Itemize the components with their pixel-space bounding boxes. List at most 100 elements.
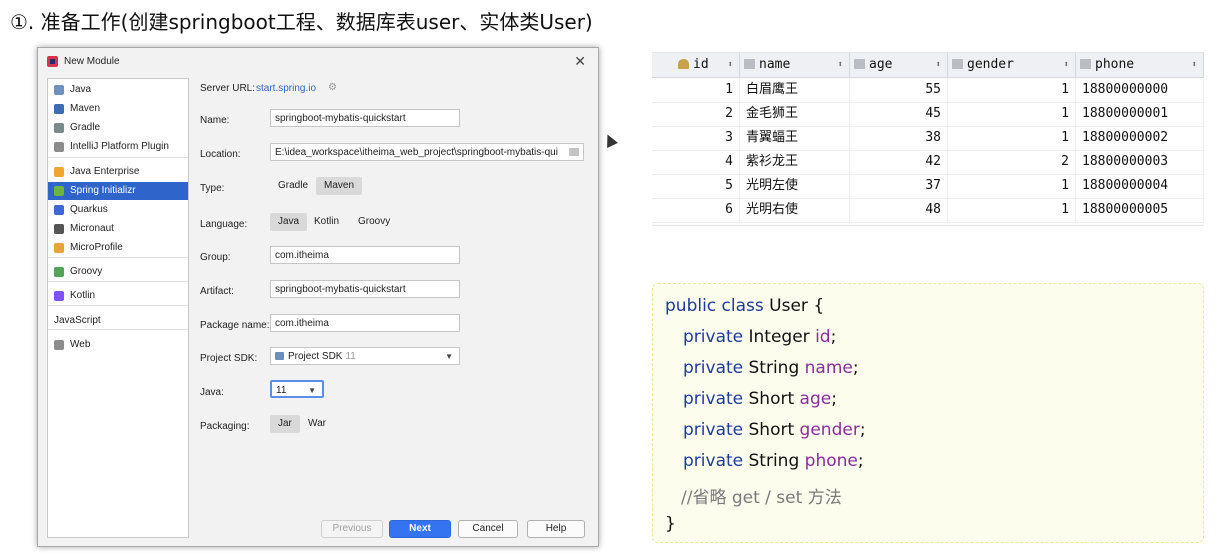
- cell-name[interactable]: 金毛狮王: [740, 102, 850, 126]
- column-header-id[interactable]: id ⬍: [652, 53, 740, 77]
- cell-id[interactable]: 1: [652, 78, 740, 102]
- generator-item-web[interactable]: Web: [48, 336, 188, 354]
- table-row[interactable]: 6 光明右使 48 1 18800000005: [652, 198, 1204, 223]
- cell-name[interactable]: 青翼蝠王: [740, 126, 850, 150]
- table-row[interactable]: 4 紫衫龙王 42 2 18800000003: [652, 150, 1204, 175]
- generator-item-quarkus[interactable]: Quarkus: [48, 201, 188, 219]
- cell-phone[interactable]: 18800000001: [1076, 102, 1204, 126]
- cell-id[interactable]: 6: [652, 198, 740, 222]
- column-title: age: [869, 57, 893, 72]
- table-row[interactable]: 5 光明左使 37 1 18800000004: [652, 174, 1204, 199]
- next-button[interactable]: Next: [389, 520, 451, 538]
- column-header-phone[interactable]: phone ⬍: [1076, 53, 1204, 77]
- code-field-name: phone: [804, 451, 858, 471]
- generator-item-microprofile[interactable]: MicroProfile: [48, 239, 188, 257]
- generator-item-groovy[interactable]: Groovy: [48, 263, 188, 281]
- cancel-button[interactable]: Cancel: [458, 520, 518, 538]
- code-semicolon: ;: [859, 420, 866, 440]
- sort-icon[interactable]: ⬍: [1064, 53, 1069, 77]
- generator-label: Gradle: [70, 122, 101, 133]
- generator-item-gradle[interactable]: Gradle: [48, 119, 188, 137]
- cell-gender[interactable]: 1: [948, 198, 1076, 222]
- generator-item-javascript[interactable]: JavaScript: [48, 312, 188, 330]
- generator-item-java-enterprise[interactable]: Java Enterprise: [48, 163, 188, 181]
- close-icon[interactable]: ✕: [574, 53, 586, 70]
- code-line-class: public class User {: [665, 296, 824, 316]
- generator-item-kotlin[interactable]: Kotlin: [48, 287, 188, 305]
- cell-id[interactable]: 2: [652, 102, 740, 126]
- code-field-name: id: [815, 327, 831, 347]
- generator-label: Spring Initializr: [70, 185, 136, 196]
- sort-icon[interactable]: ⬍: [838, 53, 843, 77]
- code-field-line: private String name;: [683, 358, 859, 378]
- generator-item-micronaut[interactable]: Micronaut: [48, 220, 188, 238]
- generator-item-spring-initializr[interactable]: Spring Initializr: [48, 182, 188, 200]
- type-maven[interactable]: Maven: [316, 177, 363, 195]
- type-gradle[interactable]: Gradle: [270, 177, 316, 195]
- cell-name[interactable]: 白眉鹰王: [740, 78, 850, 102]
- sort-icon[interactable]: ⬍: [936, 53, 941, 77]
- java-version-select[interactable]: 11 ▼: [270, 380, 324, 398]
- packaging-jar[interactable]: Jar: [270, 415, 300, 433]
- folder-icon[interactable]: [569, 148, 579, 156]
- code-field-line: private Short age;: [683, 389, 837, 409]
- column-header-age[interactable]: age ⬍: [850, 53, 948, 77]
- column-header-gender[interactable]: gender ⬍: [948, 53, 1076, 77]
- cell-name[interactable]: 光明左使: [740, 174, 850, 198]
- gear-icon[interactable]: ⚙: [328, 82, 337, 93]
- cell-id[interactable]: 4: [652, 150, 740, 174]
- cell-age[interactable]: 55: [850, 78, 948, 102]
- cell-phone[interactable]: 18800000000: [1076, 78, 1204, 102]
- cell-gender[interactable]: 2: [948, 150, 1076, 174]
- group-field[interactable]: com.itheima: [270, 246, 460, 264]
- location-field[interactable]: E:\idea_workspace\itheima_web_project\sp…: [270, 143, 584, 161]
- generator-label: Web: [70, 339, 91, 350]
- name-field[interactable]: springboot-mybatis-quickstart: [270, 109, 460, 127]
- cell-age[interactable]: 45: [850, 102, 948, 126]
- package-name-field[interactable]: com.itheima: [270, 314, 460, 332]
- cell-gender[interactable]: 1: [948, 102, 1076, 126]
- language-groovy[interactable]: Groovy: [350, 213, 398, 231]
- project-sdk-select[interactable]: Project SDK 11 ▼: [270, 347, 460, 365]
- cell-age[interactable]: 42: [850, 150, 948, 174]
- table-row[interactable]: 3 青翼蝠王 38 1 18800000002: [652, 126, 1204, 151]
- previous-button[interactable]: Previous: [321, 520, 383, 538]
- packaging-war[interactable]: War: [300, 415, 334, 433]
- table-header: id ⬍ name ⬍ age ⬍ gender ⬍ phone ⬍: [652, 53, 1204, 78]
- cell-id[interactable]: 5: [652, 174, 740, 198]
- sort-icon[interactable]: ⬍: [728, 53, 733, 77]
- table-row[interactable]: 2 金毛狮王 45 1 18800000001: [652, 102, 1204, 127]
- cell-age[interactable]: 38: [850, 126, 948, 150]
- cell-id[interactable]: 3: [652, 126, 740, 150]
- artifact-field[interactable]: springboot-mybatis-quickstart: [270, 280, 460, 298]
- cell-name[interactable]: 紫衫龙王: [740, 150, 850, 174]
- language-kotlin[interactable]: Kotlin: [306, 213, 347, 231]
- cell-age[interactable]: 37: [850, 174, 948, 198]
- cell-phone[interactable]: 18800000005: [1076, 198, 1204, 222]
- generator-label: Micronaut: [70, 223, 114, 234]
- help-button[interactable]: Help: [527, 520, 585, 538]
- code-closing-brace: }: [665, 514, 676, 534]
- server-url-link[interactable]: start.spring.io: [256, 83, 316, 94]
- cell-name[interactable]: 光明右使: [740, 198, 850, 222]
- generator-list: Java Maven Gradle IntelliJ Platform Plugin J…: [47, 78, 189, 538]
- language-java[interactable]: Java: [270, 213, 308, 231]
- cell-phone[interactable]: 18800000004: [1076, 174, 1204, 198]
- generator-item-intellij-platform-plugin[interactable]: IntelliJ Platform Plugin: [48, 138, 188, 156]
- column-header-name[interactable]: name ⬍: [740, 53, 850, 77]
- maven-icon: [54, 104, 64, 114]
- cell-age[interactable]: 48: [850, 198, 948, 222]
- cell-gender[interactable]: 1: [948, 174, 1076, 198]
- slide-title: ①. 准备工作(创建springboot工程、数据库表user、实体类User): [10, 10, 593, 34]
- cell-phone[interactable]: 18800000002: [1076, 126, 1204, 150]
- generator-item-java[interactable]: Java: [48, 81, 188, 99]
- cell-gender[interactable]: 1: [948, 78, 1076, 102]
- table-row[interactable]: 1 白眉鹰王 55 1 18800000000: [652, 78, 1204, 103]
- generator-item-maven[interactable]: Maven: [48, 100, 188, 118]
- cell-phone[interactable]: 18800000003: [1076, 150, 1204, 174]
- dialog-title: New Module: [64, 56, 120, 67]
- cell-gender[interactable]: 1: [948, 126, 1076, 150]
- module-form: Server URL: start.spring.io ⚙ Name: spri…: [200, 78, 590, 498]
- column-title: gender: [967, 57, 1014, 72]
- sort-icon[interactable]: ⬍: [1192, 53, 1197, 77]
